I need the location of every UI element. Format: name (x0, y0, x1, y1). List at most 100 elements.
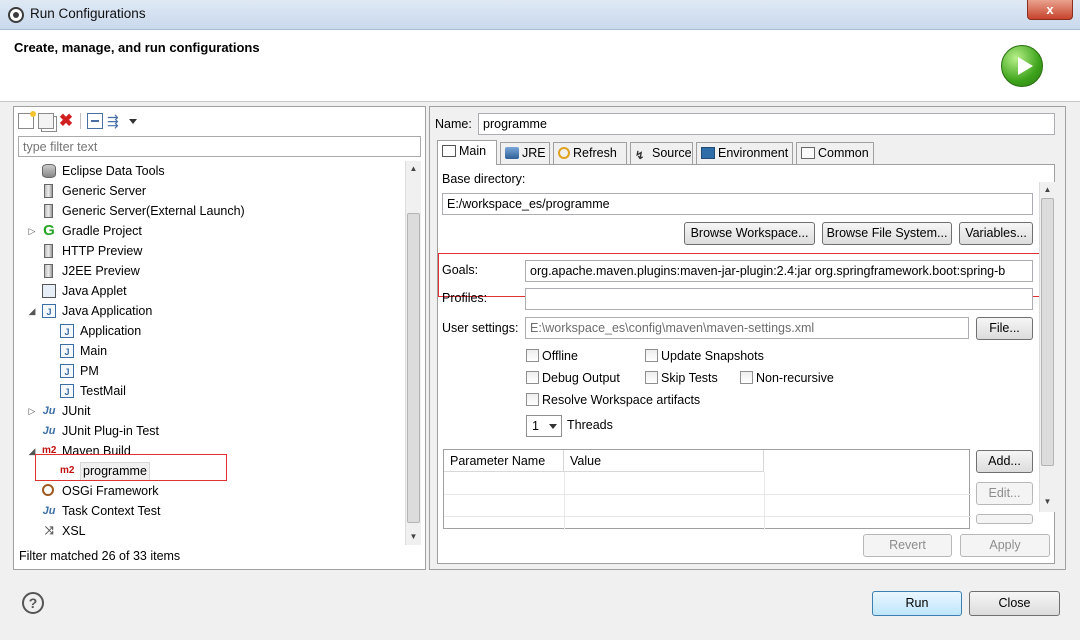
tree-item[interactable]: ▷ G Gradle Project (14, 221, 404, 241)
skip-tests-label: Skip Tests (661, 371, 718, 385)
configuration-tree: Eclipse Data Tools Generic Server Generic … (14, 161, 406, 547)
tree-item[interactable]: Java Applet (14, 281, 404, 301)
tree-item-label: TestMail (80, 384, 126, 398)
close-button[interactable]: Close (969, 591, 1060, 616)
selected-config-highlight (35, 454, 227, 481)
edit-parameter-button[interactable]: Edit... (976, 482, 1033, 505)
run-button[interactable]: Run (872, 591, 962, 616)
profiles-input[interactable] (525, 288, 1033, 310)
dialog-header: Create, manage, and run configurations (0, 30, 1080, 102)
tree-item[interactable]: Generic Server(External Launch) (14, 201, 404, 221)
tree-item[interactable]: HTTP Preview (14, 241, 404, 261)
variables-button[interactable]: Variables... (959, 222, 1033, 245)
server-icon (44, 184, 53, 198)
expand-toggle-icon[interactable]: ▷ (27, 221, 37, 241)
name-label: Name: (435, 117, 472, 131)
browse-workspace-button[interactable]: Browse Workspace... (684, 222, 815, 245)
scroll-down-icon[interactable]: ▼ (406, 529, 421, 545)
remove-parameter-button[interactable] (976, 514, 1033, 524)
tree-item[interactable]: Eclipse Data Tools (14, 161, 404, 181)
duplicate-configuration-icon[interactable] (38, 113, 54, 129)
tree-item[interactable]: Ju Task Context Test (14, 501, 404, 521)
filter-input[interactable] (18, 136, 421, 157)
offline-checkbox[interactable]: Offline (526, 347, 578, 365)
column-parameter-name[interactable]: Parameter Name (444, 450, 564, 472)
tree-item[interactable]: Ju JUnit Plug-in Test (14, 421, 404, 441)
help-icon[interactable]: ? (22, 592, 44, 614)
scroll-up-icon[interactable]: ▲ (406, 161, 421, 177)
file-button[interactable]: File... (976, 317, 1033, 340)
revert-button[interactable]: Revert (863, 534, 952, 557)
add-parameter-button[interactable]: Add... (976, 450, 1033, 473)
java-app-icon: J (60, 384, 74, 398)
apply-button[interactable]: Apply (960, 534, 1050, 557)
skip-tests-checkbox[interactable]: Skip Tests (645, 369, 718, 387)
offline-label: Offline (542, 349, 578, 363)
tree-item[interactable]: Generic Server (14, 181, 404, 201)
tree-scrollbar[interactable]: ▲ ▼ (405, 161, 421, 545)
update-snapshots-checkbox[interactable]: Update Snapshots (645, 347, 764, 365)
debug-output-checkbox[interactable]: Debug Output (526, 369, 620, 387)
tab-source[interactable]: ↯ Source (630, 142, 693, 164)
scroll-down-icon[interactable]: ▼ (1040, 494, 1055, 510)
java-app-icon: J (60, 364, 74, 378)
editor-scrollbar[interactable]: ▲ ▼ (1039, 182, 1055, 512)
configuration-list-panel: ✖ ⇶ Eclipse Data Tools Generic Server Gene… (13, 106, 426, 570)
column-value[interactable]: Value (564, 450, 764, 472)
chevron-down-icon[interactable] (129, 118, 137, 124)
checkbox-box (645, 349, 658, 362)
title-bar: Run Configurations x (0, 0, 1080, 30)
tree-item[interactable]: J TestMail (14, 381, 404, 401)
checkbox-box (740, 371, 753, 384)
tree-item[interactable]: OSGi Framework (14, 481, 404, 501)
tab-environment[interactable]: Environment (696, 142, 793, 164)
new-configuration-icon[interactable] (18, 111, 36, 129)
browse-file-system-button[interactable]: Browse File System... (822, 222, 952, 245)
tree-item-label: HTTP Preview (62, 244, 143, 258)
configuration-editor-panel: Name: programme Main JRE Refresh ↯ Source… (429, 106, 1066, 570)
scrollbar-thumb[interactable] (1041, 198, 1054, 466)
base-directory-input[interactable]: E:/workspace_es/programme (442, 193, 1033, 215)
tab-common[interactable]: Common (796, 142, 874, 164)
tree-item[interactable]: J Application (14, 321, 404, 341)
tree-item-label: PM (80, 364, 99, 378)
non-recursive-checkbox[interactable]: Non-recursive (740, 369, 834, 387)
tree-item[interactable]: J PM (14, 361, 404, 381)
threads-select[interactable]: 1 (526, 415, 562, 437)
name-input[interactable]: programme (478, 113, 1055, 135)
filter-configurations-icon[interactable]: ⇶ (107, 113, 123, 129)
resolve-workspace-checkbox[interactable]: Resolve Workspace artifacts (526, 391, 700, 409)
eclipse-app-icon (8, 7, 24, 23)
tree-item[interactable]: ◢ J Java Application (14, 301, 404, 321)
tree-item[interactable]: J2EE Preview (14, 261, 404, 281)
parameter-table[interactable]: Parameter Name Value (443, 449, 971, 530)
tab-main-label: Main (459, 144, 487, 158)
tree-item-label: JUnit (62, 404, 91, 418)
window-close-button[interactable]: x (1027, 0, 1073, 20)
tree-item-label: J2EE Preview (62, 264, 140, 278)
scroll-up-icon[interactable]: ▲ (1040, 182, 1055, 198)
database-icon (42, 164, 56, 178)
threads-label: Threads (567, 418, 613, 432)
user-settings-input[interactable]: E:\workspace_es\config\maven\maven-setti… (525, 317, 969, 339)
tab-main[interactable]: Main (437, 140, 497, 165)
tree-item[interactable]: ⤨ XSL (14, 521, 404, 541)
expand-toggle-icon[interactable]: ◢ (27, 301, 37, 321)
tree-item-label: Generic Server(External Launch) (62, 204, 245, 218)
delete-configuration-icon[interactable]: ✖ (58, 112, 74, 129)
scrollbar-thumb[interactable] (407, 213, 420, 523)
tree-item[interactable]: J Main (14, 341, 404, 361)
tab-refresh[interactable]: Refresh (553, 142, 627, 164)
collapse-all-icon[interactable] (87, 113, 103, 129)
tab-jre[interactable]: JRE (500, 142, 550, 164)
tree-item-label: Generic Server (62, 184, 147, 198)
profiles-label: Profiles: (442, 291, 488, 305)
tree-item[interactable]: ▷ Ju JUnit (14, 401, 404, 421)
tree-item-label: Eclipse Data Tools (62, 164, 165, 178)
expand-toggle-icon[interactable]: ▷ (27, 401, 37, 421)
